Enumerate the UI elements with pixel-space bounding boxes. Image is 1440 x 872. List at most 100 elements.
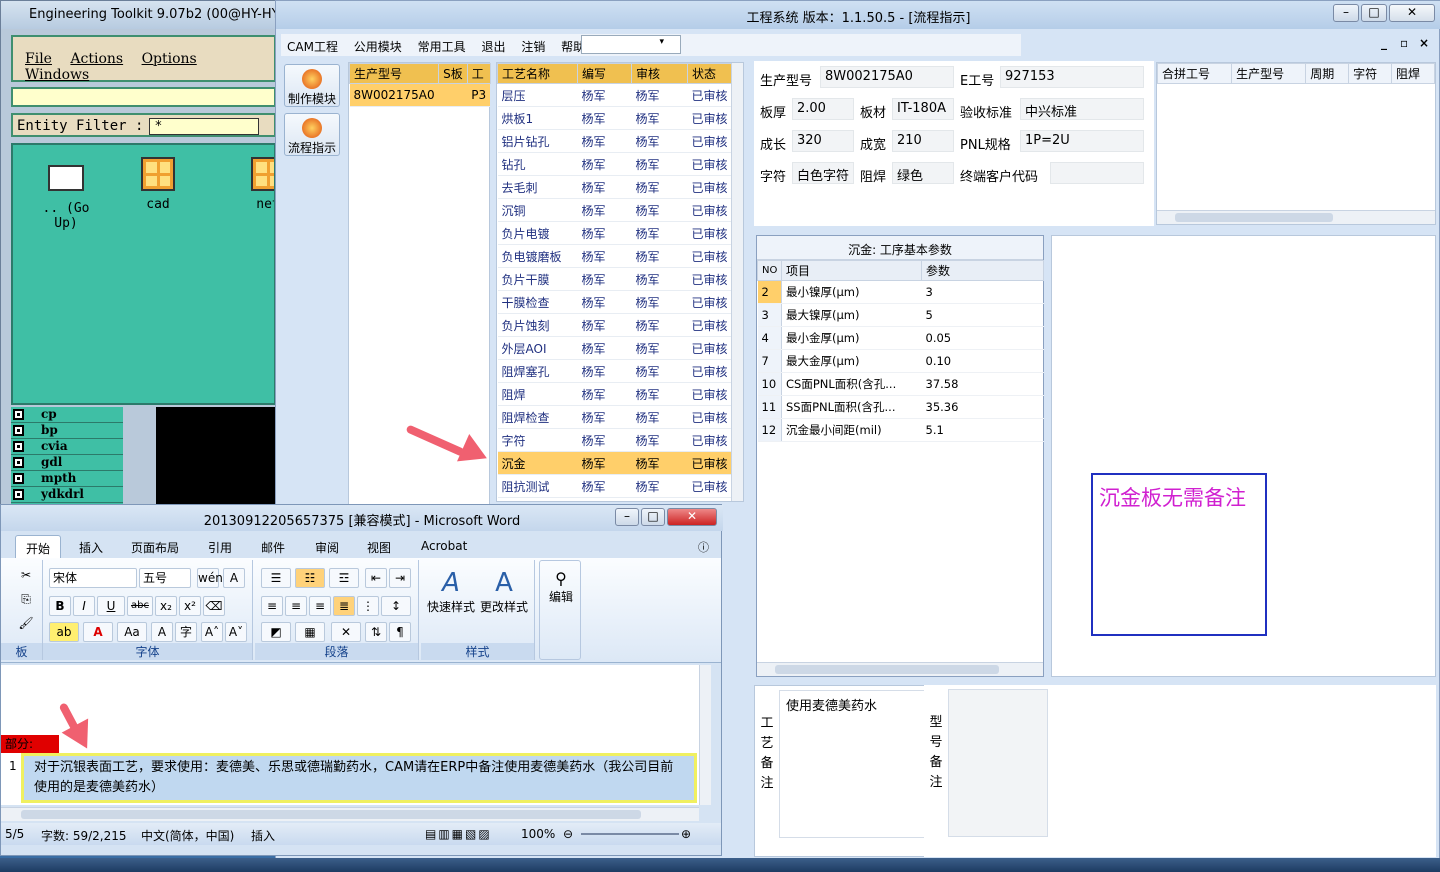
table-row[interactable]: 阻焊 杨军 杨军 已审核 xyxy=(497,382,734,406)
col-merge-cycle[interactable]: 周期 xyxy=(1305,63,1350,84)
word-maximize-button[interactable]: □ xyxy=(641,508,665,526)
minimize-button[interactable]: – xyxy=(1333,4,1359,22)
highlighted-paragraph[interactable]: 对于沉银表面工艺，要求使用：麦德美、乐思或德瑞勤药水，CAM请在ERP中备注使用… xyxy=(21,753,697,803)
merge-hscrollbar[interactable] xyxy=(1157,210,1435,224)
multilevel-icon[interactable]: ☲ xyxy=(329,568,359,588)
flow-indicator-button[interactable]: 流程指示 xyxy=(284,113,340,156)
mdi-minimize-icon[interactable]: _ xyxy=(1381,37,1391,49)
italic-icon[interactable]: I xyxy=(73,596,95,616)
view-buttons[interactable]: ▤▥▦▧▨ xyxy=(425,827,492,841)
help-icon[interactable]: ⓘ xyxy=(698,539,709,555)
shrink-font-icon[interactable]: A˅ xyxy=(225,622,247,642)
table-row[interactable]: 负片蚀刻 杨军 杨军 已审核 xyxy=(497,313,734,337)
copy-icon[interactable]: ⎘ xyxy=(15,590,37,610)
table-row[interactable]: 2 最小镍厚(μm) 3 xyxy=(757,280,1044,304)
menu-cam[interactable]: CAM工程 xyxy=(287,40,338,54)
mask-field[interactable]: 绿色 xyxy=(892,162,954,184)
checkbox-icon[interactable] xyxy=(13,473,24,484)
checkbox-icon[interactable] xyxy=(13,409,24,420)
shading-icon[interactable]: ◩ xyxy=(261,622,291,642)
scroll-thumb[interactable] xyxy=(775,665,999,674)
thickness-field[interactable]: 2.00 xyxy=(792,98,854,120)
go-up-item[interactable]: .. (Go Up) xyxy=(31,165,101,231)
scroll-thumb[interactable] xyxy=(1175,213,1333,222)
col-merge-mask[interactable]: 阻焊 xyxy=(1391,63,1435,84)
col-value[interactable]: 参数 xyxy=(921,260,1044,281)
underline-icon[interactable]: U xyxy=(97,596,125,616)
zoom-in-icon[interactable]: ⊕ xyxy=(681,827,691,841)
line-spacing-icon[interactable]: ↕ xyxy=(381,596,411,616)
char-field[interactable]: 白色字符 xyxy=(792,162,854,184)
col-merge-model[interactable]: 生产型号 xyxy=(1231,63,1307,84)
table-row[interactable]: 8W002175A0 P3 xyxy=(349,83,491,107)
tab-acrobat[interactable]: Acrobat xyxy=(421,539,467,553)
col-item[interactable]: 项目 xyxy=(781,260,922,281)
tab-review[interactable]: 审阅 xyxy=(315,539,339,556)
table-row[interactable]: 4 最小金厚(μm) 0.05 xyxy=(757,326,1044,350)
phonetic-icon[interactable]: wén xyxy=(197,568,223,588)
table-row[interactable]: 阻焊检查 杨军 杨军 已审核 xyxy=(497,405,734,429)
process-remark-text[interactable]: 使用麦德美药水 xyxy=(779,690,925,838)
justify-icon[interactable]: ≣ xyxy=(333,596,355,616)
table-row[interactable]: 干膜检查 杨军 杨军 已审核 xyxy=(497,290,734,314)
table-row[interactable]: 沉铜 杨军 杨军 已审核 xyxy=(497,198,734,222)
sort-icon[interactable]: ⇅ xyxy=(365,622,387,642)
customer-field[interactable] xyxy=(1050,162,1144,184)
width-field[interactable]: 210 xyxy=(892,130,954,152)
char-border-icon[interactable]: A xyxy=(223,568,245,588)
checkbox-icon[interactable] xyxy=(13,489,24,500)
menu-logout[interactable]: 注销 xyxy=(521,40,545,54)
decrease-indent-icon[interactable]: ⇤ xyxy=(365,568,387,588)
subscript-icon[interactable]: x₂ xyxy=(155,596,177,616)
zoom-level[interactable]: 100% xyxy=(521,827,555,841)
tab-insert[interactable]: 插入 xyxy=(79,539,103,556)
menu-file[interactable]: File xyxy=(25,51,52,67)
font-color-icon[interactable]: A xyxy=(83,622,113,642)
strikethrough-icon[interactable]: abc xyxy=(127,596,153,616)
menu-options[interactable]: Options xyxy=(142,51,197,67)
col-s-board[interactable]: S板 xyxy=(438,63,468,84)
change-case-icon[interactable]: Aa xyxy=(117,622,147,642)
mdi-close-icon[interactable]: × xyxy=(1419,37,1429,49)
menu-tools[interactable]: 常用工具 xyxy=(418,40,466,54)
language[interactable]: 中文(简体，中国) xyxy=(141,827,234,844)
numbering-icon[interactable]: ☷ xyxy=(295,568,325,588)
col-no[interactable]: NO xyxy=(757,260,782,281)
borders-icon[interactable]: ▦ xyxy=(295,622,325,642)
cut-icon[interactable]: ✂ xyxy=(15,566,37,586)
table-row[interactable]: 沉金 杨军 杨军 已审核 xyxy=(497,451,734,475)
clear-format-icon[interactable]: ⌫ xyxy=(203,596,225,616)
col-merge-no[interactable]: 合拼工号 xyxy=(1156,63,1233,84)
show-marks-icon[interactable]: ¶ xyxy=(389,622,411,642)
change-styles-button[interactable]: A 更改样式 xyxy=(479,568,529,615)
table-row[interactable]: 10 CS面PNL面积(含孔... 37.58 xyxy=(757,372,1044,396)
mdi-restore-icon[interactable]: ▫ xyxy=(1400,37,1410,49)
char-shading-icon[interactable]: A xyxy=(151,622,173,642)
table-row[interactable]: 外层AOI 杨军 杨军 已审核 xyxy=(497,336,734,360)
col-merge-char[interactable]: 字符 xyxy=(1348,63,1393,84)
table-row[interactable]: 铝片钻孔 杨军 杨军 已审核 xyxy=(497,129,734,153)
page-indicator[interactable]: 5/5 xyxy=(5,827,24,841)
table-row[interactable]: 负片干膜 杨军 杨军 已审核 xyxy=(497,267,734,291)
tab-layout[interactable]: 页面布局 xyxy=(131,539,179,556)
align-right-icon[interactable]: ≡ xyxy=(309,596,331,616)
highlight-icon[interactable]: ab xyxy=(49,622,79,642)
prod-model-field[interactable]: 8W002175A0 xyxy=(820,66,954,88)
make-module-button[interactable]: 制作模块 xyxy=(284,64,340,107)
doc-hscrollbar[interactable] xyxy=(1,807,699,821)
model-remark-text[interactable] xyxy=(948,689,1048,837)
table-row[interactable]: 阻焊塞孔 杨军 杨军 已审核 xyxy=(497,359,734,383)
table-row[interactable]: 7 最大金厚(μm) 0.10 xyxy=(757,349,1044,373)
layer-row[interactable]: ydkdrl xyxy=(11,487,123,503)
format-painter-icon[interactable]: 🖌 xyxy=(15,614,37,634)
col-reviewer[interactable]: 审核 xyxy=(631,63,688,84)
pnl-field[interactable]: 1P=2U xyxy=(1020,130,1144,152)
table-row[interactable]: 烘板1 杨军 杨军 已审核 xyxy=(497,106,734,130)
close-button[interactable]: ✕ xyxy=(1389,4,1435,22)
scroll-thumb[interactable] xyxy=(21,810,641,819)
table-row[interactable]: 11 SS面PNL面积(含孔... 35.36 xyxy=(757,395,1044,419)
zoom-out-icon[interactable]: ⊖ xyxy=(563,827,573,841)
col-author[interactable]: 编写 xyxy=(577,63,632,84)
editing-button[interactable]: ⚲ 编辑 xyxy=(542,569,580,605)
increase-indent-icon[interactable]: ⇥ xyxy=(389,568,411,588)
